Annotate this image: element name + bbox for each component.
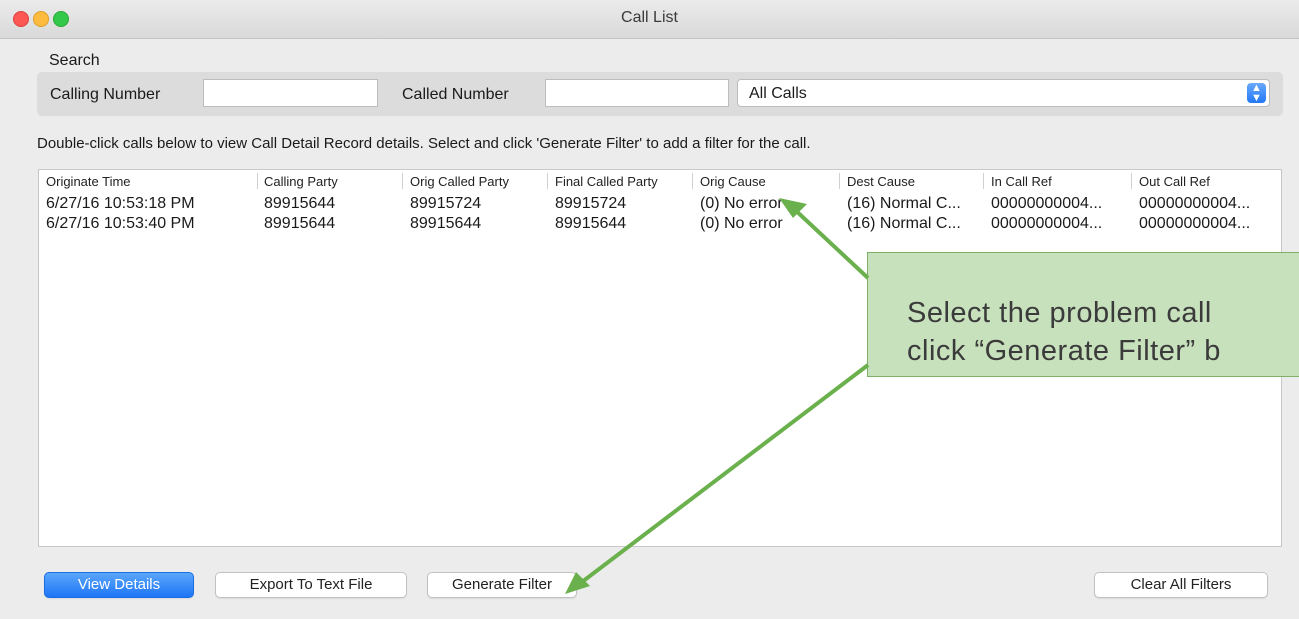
arrow-to-generate-filter-icon — [565, 363, 870, 594]
arrow-to-row-icon — [779, 198, 870, 280]
annotation-arrows — [565, 198, 870, 594]
